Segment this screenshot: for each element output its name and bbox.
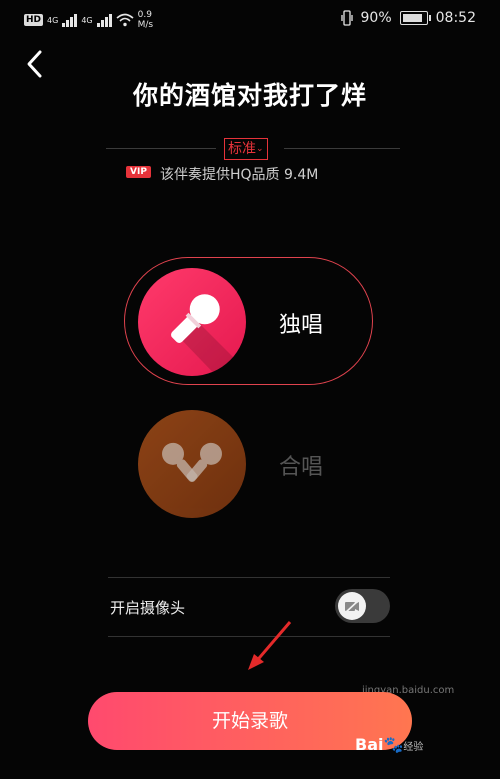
quality-dropdown[interactable]: 标准⌄ <box>224 138 268 160</box>
hd-badge: HD <box>24 14 44 26</box>
divider-left <box>106 148 216 149</box>
duet-microphones-icon <box>162 442 222 482</box>
chorus-mode-option[interactable] <box>138 410 246 518</box>
chevron-down-icon: ⌄ <box>256 144 264 154</box>
solo-label: 独唱 <box>279 313 324 338</box>
baidu-brand-suffix: 经验 <box>403 742 424 753</box>
network-type-2: 4G <box>81 15 93 25</box>
toggle-knob[interactable] <box>338 592 366 620</box>
annotation-arrow-icon <box>248 621 292 670</box>
solo-mode-icon-circle[interactable] <box>138 268 246 376</box>
chorus-label[interactable]: 合唱 <box>279 449 323 481</box>
battery-icon <box>399 11 431 25</box>
divider-right <box>284 148 400 149</box>
status-bar: HD 4G 4G 0.9 M/s 90% 08:52 <box>0 0 500 44</box>
vip-badge: VIP <box>126 166 151 178</box>
paw-icon: 🐾 <box>383 735 404 754</box>
net-speed-unit: M/s <box>137 20 154 30</box>
wifi-icon <box>116 13 134 27</box>
camera-off-icon <box>344 599 360 614</box>
net-speed-value: 0.9 <box>137 10 152 20</box>
divider <box>108 577 390 578</box>
quality-hint: 该伴奏提供HQ品质 9.4M <box>160 167 319 183</box>
clock: 08:52 <box>435 10 476 26</box>
signal-icon-2 <box>96 13 112 27</box>
signal-icon <box>62 13 78 27</box>
microphone-icon <box>171 294 246 376</box>
baidu-logo: Bai🐾经验 <box>355 735 423 754</box>
camera-toggle-label: 开启摄像头 <box>110 599 186 617</box>
baidu-brand: Bai <box>355 735 384 754</box>
network-type: 4G <box>47 15 59 25</box>
vibrate-icon <box>340 10 353 26</box>
net-speed: 0.9 M/s <box>138 10 154 30</box>
battery-percent: 90% <box>360 10 392 26</box>
quality-selected: 标准 <box>228 141 256 157</box>
song-title: 你的酒馆对我打了烊 <box>132 81 367 110</box>
